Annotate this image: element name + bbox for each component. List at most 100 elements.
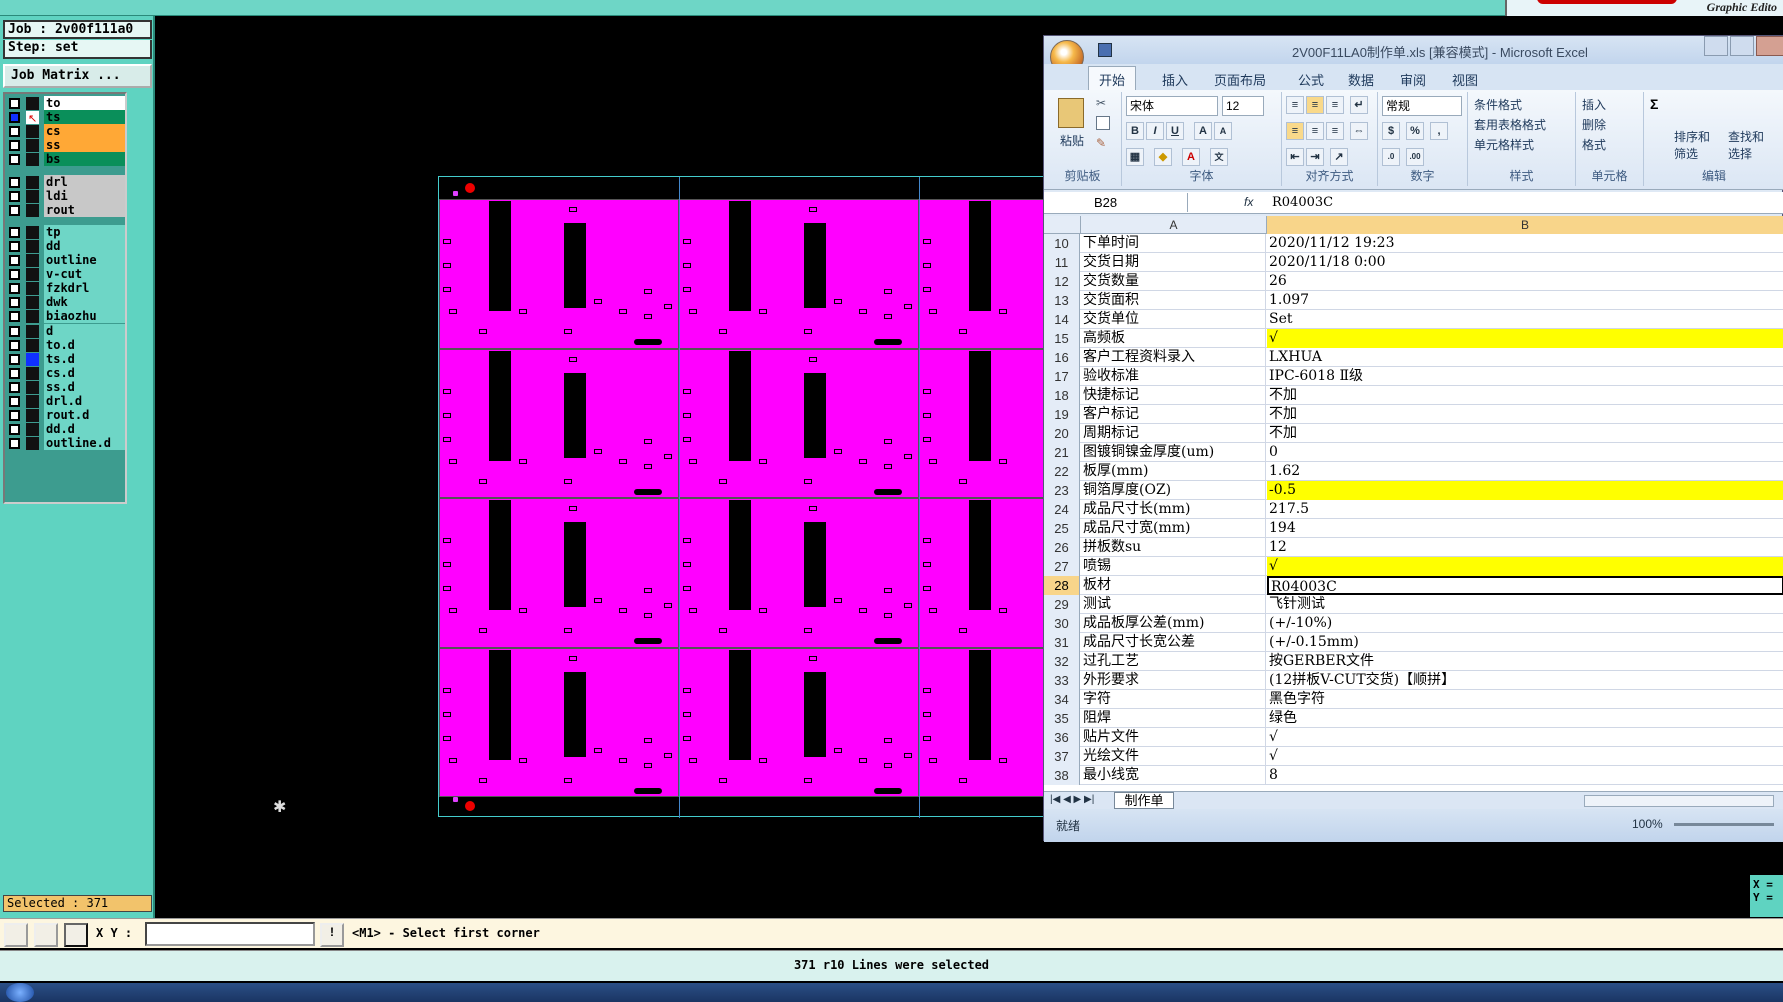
layer-name[interactable]: rout.d [44, 408, 125, 423]
align-center-button[interactable]: ≡ [1306, 122, 1324, 140]
font-name-select[interactable]: 宋体 [1126, 96, 1218, 116]
layer-checkbox[interactable] [9, 98, 20, 109]
row-number[interactable]: 25 [1044, 519, 1080, 538]
row-number[interactable]: 34 [1044, 690, 1080, 709]
cell-b[interactable]: R04003C [1267, 576, 1783, 595]
layer-name[interactable]: v-cut [44, 267, 125, 282]
cell-b[interactable]: 194 [1267, 519, 1783, 538]
row-number[interactable]: 37 [1044, 747, 1080, 766]
row-number[interactable]: 32 [1044, 652, 1080, 671]
layer-indicator[interactable] [26, 310, 39, 324]
fill-color-button[interactable]: ◆ [1154, 148, 1172, 166]
percent-button[interactable]: % [1406, 122, 1424, 140]
cell-a[interactable]: 交货数量 [1081, 272, 1266, 291]
cell-a[interactable]: 验收标准 [1081, 367, 1266, 386]
conditional-format-button[interactable]: 条件格式 [1474, 96, 1522, 113]
row-number[interactable]: 36 [1044, 728, 1080, 747]
row-number[interactable]: 17 [1044, 367, 1080, 386]
row-number[interactable]: 38 [1044, 766, 1080, 785]
cell-b[interactable]: 1.097 [1267, 291, 1783, 310]
row-number[interactable]: 26 [1044, 538, 1080, 557]
cell-a[interactable]: 成品尺寸长宽公差 [1081, 633, 1266, 652]
layer-indicator[interactable] [26, 225, 39, 239]
layer-row-outline[interactable]: outline [7, 253, 125, 267]
layer-checkbox[interactable] [9, 176, 20, 188]
layer-checkbox[interactable] [9, 367, 20, 379]
fx-icon[interactable]: fx [1244, 195, 1253, 209]
layer-name[interactable]: ts [44, 110, 125, 125]
shrink-font-button[interactable]: A [1214, 122, 1232, 140]
layer-checkbox[interactable] [9, 226, 20, 238]
number-format-select[interactable]: 常规 [1382, 96, 1462, 116]
layer-checkbox[interactable] [9, 339, 20, 351]
tool-edit-icon[interactable] [34, 923, 58, 947]
align-top-button[interactable]: ≡ [1286, 96, 1304, 114]
maximize-button[interactable] [1730, 36, 1754, 56]
alert-icon[interactable]: ! [320, 923, 344, 947]
cell-a[interactable]: 铜箔厚度(OZ) [1081, 481, 1266, 500]
row-number[interactable]: 20 [1044, 424, 1080, 443]
cell-a[interactable]: 成品板厚公差(mm) [1081, 614, 1266, 633]
cell-a[interactable]: 测试 [1081, 595, 1266, 614]
layer-row-drl-d[interactable]: drl.d [7, 394, 125, 408]
row-number[interactable]: 15 [1044, 329, 1080, 348]
layer-indicator[interactable] [26, 203, 39, 217]
layer-name[interactable]: dd.d [44, 422, 125, 437]
name-box[interactable]: B28 [1048, 193, 1188, 212]
layer-row-drl[interactable]: drl [7, 174, 125, 189]
cell-a[interactable]: 高频板 [1081, 329, 1266, 348]
layer-checkbox[interactable] [9, 353, 20, 365]
layer-indicator[interactable] [26, 97, 39, 110]
cell-a[interactable]: 外形要求 [1081, 671, 1266, 690]
layer-checkbox[interactable] [9, 283, 20, 295]
layer-indicator[interactable] [26, 268, 39, 282]
excel-window[interactable]: 2V00F11LA0制作单.xls [兼容模式] - Microsoft Exc… [1043, 35, 1783, 842]
cut-icon[interactable]: ✂ [1096, 96, 1110, 110]
sheet-nav-icon[interactable]: |◀ ◀ ▶ ▶| [1050, 794, 1094, 805]
phonetic-button[interactable]: 文 [1210, 148, 1228, 166]
layer-name[interactable]: ss [44, 138, 125, 153]
cell-b[interactable]: 绿色 [1267, 709, 1783, 728]
layer-row-dd[interactable]: dd [7, 238, 125, 253]
cell-b[interactable]: 按GERBER文件 [1267, 652, 1783, 671]
layer-row-outline-d[interactable]: outline.d [7, 436, 125, 451]
layer-checkbox[interactable] [9, 126, 20, 138]
layer-row-ss-d[interactable]: ss.d [7, 379, 125, 394]
cell-a[interactable]: 交货日期 [1081, 253, 1266, 272]
cell-a[interactable]: 拼板数su [1081, 538, 1266, 557]
cell-a[interactable]: 字符 [1081, 690, 1266, 709]
layer-row-ldi[interactable]: ldi [7, 188, 125, 203]
layer-row-ts-d[interactable]: ts.d [7, 351, 125, 366]
cell-a[interactable]: 成品尺寸长(mm) [1081, 500, 1266, 519]
cell-a[interactable]: 过孔工艺 [1081, 652, 1266, 671]
border-button[interactable]: ▦ [1126, 148, 1144, 166]
cell-b[interactable]: 2020/11/18 0:00 [1267, 253, 1783, 272]
format-painter-icon[interactable]: ✎ [1096, 136, 1110, 150]
layer-row-dwk[interactable]: dwk [7, 295, 125, 310]
cell-a[interactable]: 光绘文件 [1081, 747, 1266, 766]
decrease-decimal-button[interactable]: .00 [1406, 148, 1424, 166]
layer-name[interactable]: to [44, 96, 125, 110]
tool-grid-icon[interactable] [64, 923, 88, 947]
layer-name[interactable]: ts.d [44, 351, 125, 366]
layer-name[interactable]: drl.d [44, 394, 125, 408]
align-middle-button[interactable]: ≡ [1306, 96, 1324, 114]
layer-name[interactable]: drl [44, 174, 125, 189]
cell-a[interactable]: 快捷标记 [1081, 386, 1266, 405]
layer-indicator[interactable] [26, 437, 39, 451]
layer-row-rout[interactable]: rout [7, 202, 125, 217]
layer-checkbox[interactable] [9, 381, 20, 393]
layer-name[interactable]: cs [44, 124, 125, 139]
font-color-button[interactable]: A [1182, 148, 1200, 166]
cell-a[interactable]: 图镀铜镍金厚度(um) [1081, 443, 1266, 462]
table-format-button[interactable]: 套用表格格式 [1474, 116, 1546, 133]
cell-a[interactable]: 客户标记 [1081, 405, 1266, 424]
layer-name[interactable]: ldi [44, 188, 125, 203]
cell-b[interactable]: LXHUA [1267, 348, 1783, 367]
row-number[interactable]: 33 [1044, 671, 1080, 690]
layer-checkbox[interactable] [9, 204, 20, 216]
layer-row-v-cut[interactable]: v-cut [7, 267, 125, 282]
layer-name[interactable]: ss.d [44, 379, 125, 394]
layer-indicator[interactable] [26, 175, 39, 189]
layer-row-ts[interactable]: ↖ ts [7, 110, 125, 125]
